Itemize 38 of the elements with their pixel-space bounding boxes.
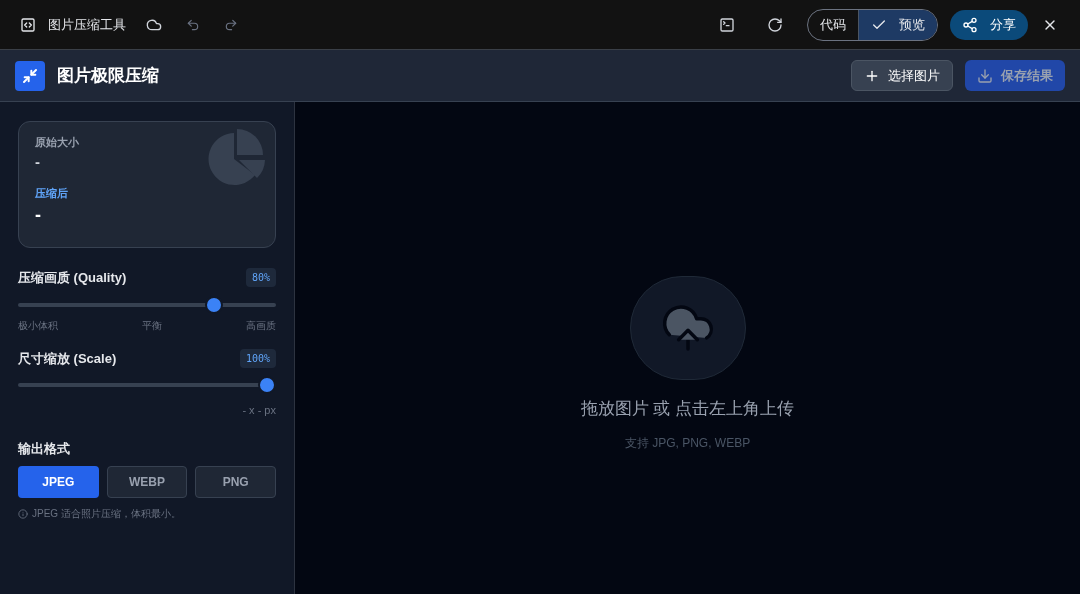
app-title: 图片压缩工具 [48,15,126,34]
view-tab[interactable]: 预览 [858,9,937,40]
select-image-button[interactable]: 选择图片 [851,60,953,91]
slider-tick-label: 平衡 [142,318,162,333]
view-tab[interactable]: 代码 [808,9,858,40]
slider-label: 压缩画质 (Quality) [18,269,127,287]
slider-label: 尺寸缩放 (Scale) [18,349,117,368]
dropzone-title: 拖放图片 或 点击左上角上传 [580,398,795,421]
share-icon [962,16,978,33]
value-badge: 100% [239,348,276,368]
undo-icon [186,17,200,32]
slider-thumb[interactable] [258,376,276,394]
page-title: 图片极限压缩 [57,64,159,87]
format-label: 输出格式 [18,439,71,458]
refresh-icon [767,16,783,33]
share-button[interactable]: 分享 [950,9,1028,40]
redo-icon [224,17,238,32]
download-icon [977,67,993,84]
format-hint: JPEG 适合照片压缩，体积最小。 [32,507,181,521]
stat-label: 压缩后 [35,186,69,201]
value-badge: 80% [245,268,276,288]
info-icon [18,508,28,519]
slider-tick-label: 极小体积 [18,318,58,333]
logo-icon [15,60,45,91]
pie-chart-icon [207,129,267,185]
code-icon [20,16,36,33]
format-option[interactable]: WEBP [106,466,188,498]
format-option[interactable]: JPEG [18,466,99,498]
stat-value: - [35,151,41,172]
slider[interactable] [18,295,276,314]
stat-label: 原始大小 [35,135,80,150]
slider-tick-label: 高画质 [246,318,276,333]
slider[interactable] [18,376,276,394]
stat-value: - [35,203,42,227]
format-option[interactable]: PNG [195,466,276,498]
dropzone-subtitle: 支持 JPG, PNG, WEBP [624,434,751,452]
dimension-text: - x - px [242,403,276,418]
terminal-icon [719,16,735,33]
